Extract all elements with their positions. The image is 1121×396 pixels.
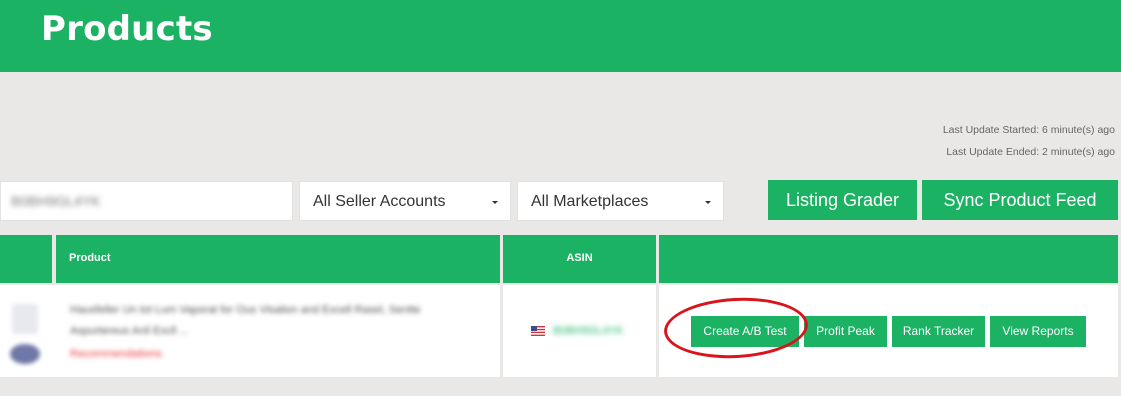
product-title-continued[interactable]: Aspurtereus Anil Excll ... (70, 325, 189, 337)
product-thumbnail[interactable] (8, 300, 42, 370)
last-update-ended-text: Last Update Ended: 2 minute(s) ago (946, 146, 1115, 158)
rank-tracker-button[interactable]: Rank Tracker (892, 316, 985, 347)
last-update-started-text: Last Update Started: 6 minute(s) ago (942, 124, 1115, 136)
chevron-down-icon (705, 201, 711, 204)
seller-accounts-select[interactable]: All Seller Accounts (299, 181, 511, 221)
profit-peak-button[interactable]: Profit Peak (804, 316, 887, 347)
us-flag-icon (531, 326, 545, 336)
seller-accounts-selected: All Seller Accounts (313, 193, 446, 210)
marketplaces-selected: All Marketplaces (531, 193, 649, 210)
column-header-select (0, 235, 52, 283)
column-header-asin[interactable]: ASIN (503, 235, 656, 283)
marketplaces-select[interactable]: All Marketplaces (517, 181, 724, 221)
column-header-actions (659, 235, 1118, 283)
chevron-down-icon (492, 201, 498, 204)
column-header-product-label: Product (69, 252, 111, 264)
search-input[interactable]: B0BH9GL4YK (0, 181, 293, 221)
column-header-asin-label: ASIN (566, 252, 593, 264)
asin-value[interactable]: B0BH9GL4YK (553, 325, 623, 337)
recommendations-link[interactable]: Recommendations (70, 348, 162, 360)
product-title[interactable]: Hausfeller Un tot Lum Vaporat for Ous Vi… (70, 304, 421, 316)
view-reports-button[interactable]: View Reports (990, 316, 1086, 347)
column-header-product[interactable]: Product (56, 235, 500, 283)
page-header: Products (0, 0, 1121, 72)
search-value: B0BH9GL4YK (11, 193, 101, 209)
listing-grader-button[interactable]: Listing Grader (768, 180, 917, 220)
page-title: Products (41, 9, 213, 49)
sync-product-feed-button[interactable]: Sync Product Feed (922, 180, 1118, 220)
